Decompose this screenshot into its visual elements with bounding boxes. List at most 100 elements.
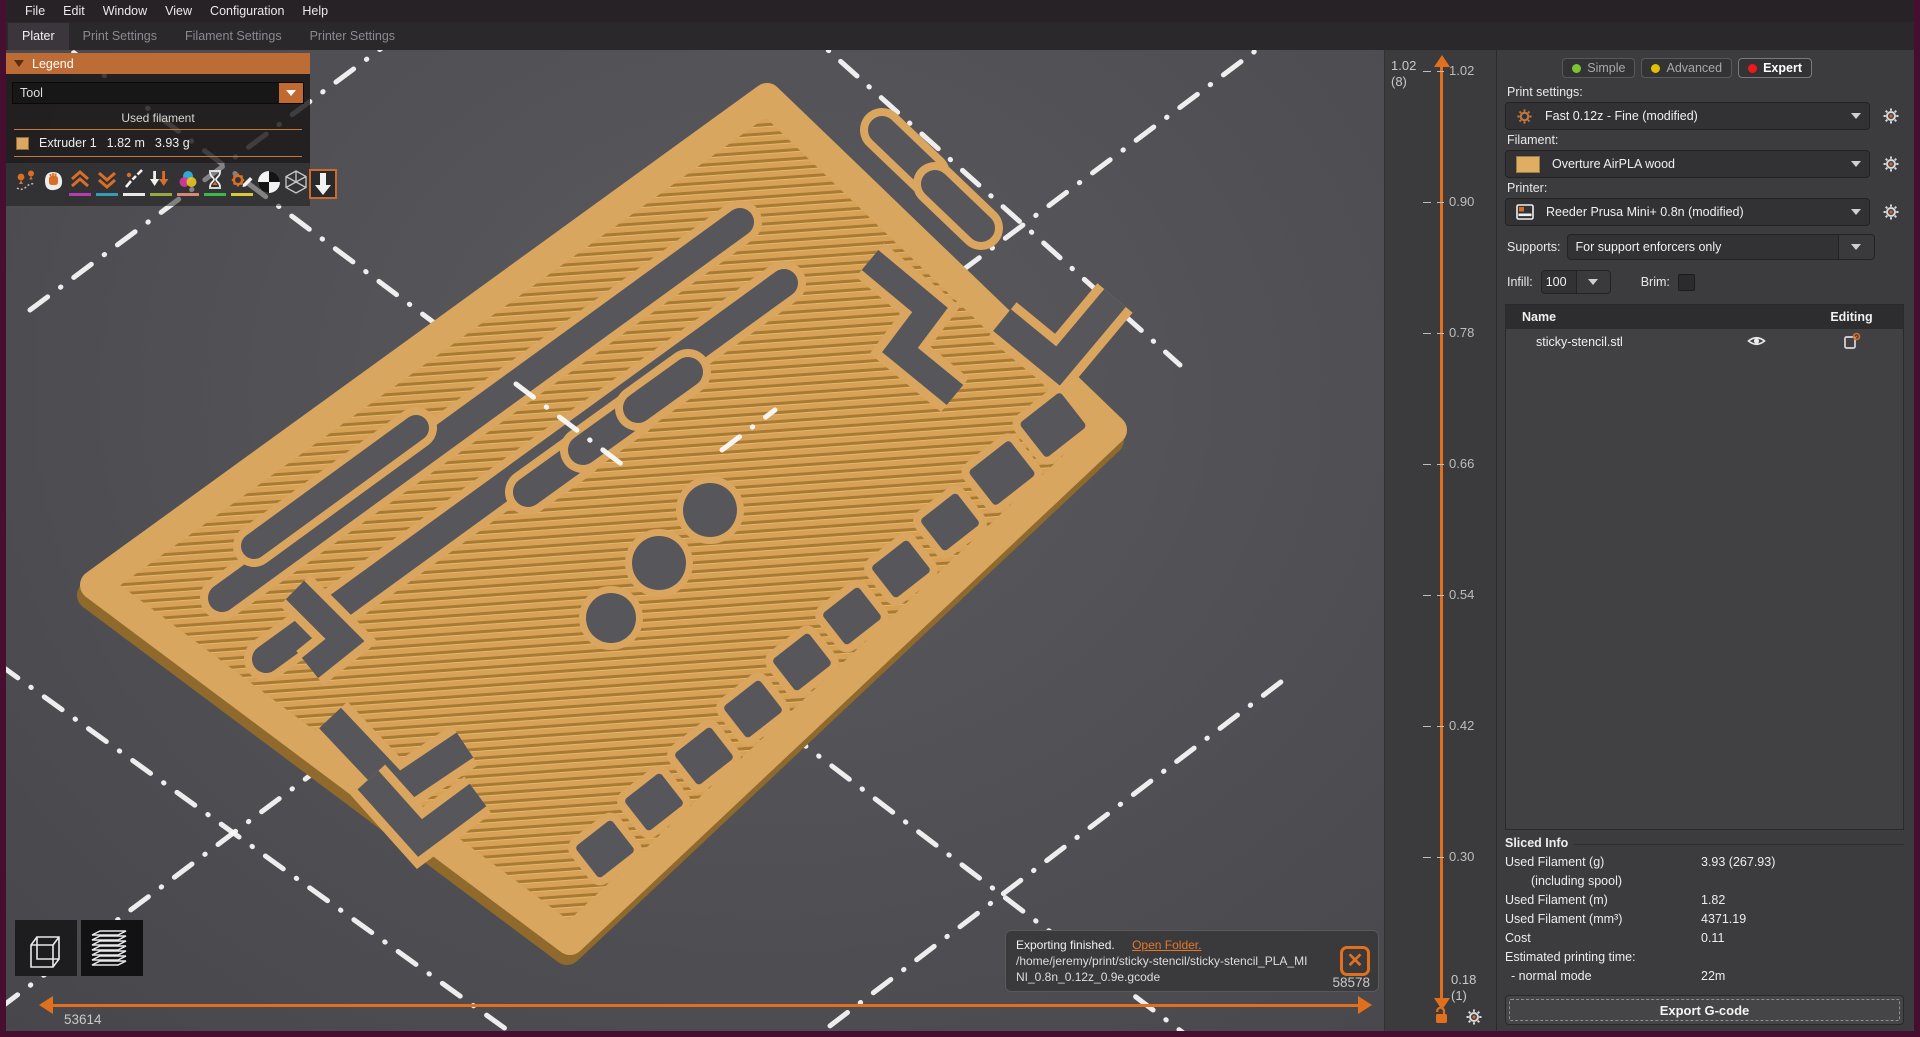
slicer-app: File Edit Window View Configuration Help… [6, 0, 1914, 1031]
travel-moves-icon[interactable] [14, 169, 38, 201]
mode-simple-button[interactable]: Simple [1562, 58, 1635, 78]
deretractions-icon[interactable] [68, 169, 92, 201]
move-slider-track[interactable] [52, 1004, 1358, 1007]
menu-bar: File Edit Window View Configuration Help [6, 0, 1914, 22]
eye-icon [1747, 334, 1766, 348]
app-window: File Edit Window View Configuration Help… [0, 0, 1920, 1037]
legend-header[interactable]: Legend [6, 53, 310, 74]
mode-advanced-button[interactable]: Advanced [1641, 58, 1732, 78]
seams-icon[interactable] [95, 169, 119, 201]
menu-help[interactable]: Help [293, 2, 337, 20]
layer-slider-top-value: 1.02 (8) [1391, 58, 1416, 90]
pause-prints-icon[interactable] [203, 169, 227, 201]
printer-icon [1516, 204, 1534, 220]
si-label: - normal mode [1505, 968, 1701, 984]
color-changes-icon[interactable] [176, 169, 200, 201]
object-settings-button[interactable] [1800, 332, 1903, 353]
retractions-icon[interactable] [41, 169, 65, 201]
layer-slider-track[interactable] [1440, 66, 1443, 1000]
view-3d-button[interactable] [15, 920, 77, 976]
infill-dropdown-button[interactable] [1577, 270, 1611, 294]
close-icon[interactable]: ✕ [1340, 946, 1370, 976]
sliced-info: Sliced Info Used Filament (g)3.93 (267.9… [1505, 836, 1904, 987]
open-folder-link[interactable]: Open Folder. [1132, 938, 1201, 952]
menu-view[interactable]: View [156, 2, 201, 20]
inserts-icon[interactable] [149, 169, 173, 201]
view-layers-button[interactable] [81, 920, 143, 976]
menu-configuration[interactable]: Configuration [201, 2, 293, 20]
object-settings-icon [1843, 332, 1861, 350]
chevron-down-icon [286, 90, 296, 96]
layer-tick: 0.90 [1449, 195, 1474, 209]
si-sublabel: (including spool) [1505, 873, 1701, 889]
extruder-length: 1.82 m [107, 136, 145, 150]
cube-icon [23, 925, 69, 971]
printer-gear-button[interactable] [1878, 203, 1904, 221]
legend-view-select[interactable]: Tool [12, 82, 304, 104]
tool-changes-icon[interactable] [122, 169, 146, 201]
print-settings-value: Fast 0.12z - Fine (modified) [1545, 109, 1839, 123]
layers-icon [88, 925, 136, 971]
print-settings-select[interactable]: Fast 0.12z - Fine (modified) [1505, 102, 1870, 130]
si-value: 22m [1701, 968, 1904, 984]
supports-dropdown-button[interactable] [1839, 234, 1875, 260]
tab-printer-settings[interactable]: Printer Settings [296, 23, 409, 50]
print-settings-gear-button[interactable] [1878, 107, 1904, 125]
menu-window[interactable]: Window [94, 2, 156, 20]
gear-icon [1882, 107, 1900, 125]
tab-bar: Plater Print Settings Filament Settings … [6, 22, 1914, 50]
green-dot-icon [1572, 64, 1581, 73]
si-label: Estimated printing time: [1505, 949, 1701, 965]
layer-slider-bottom-value: 0.18 (1) [1451, 972, 1476, 1004]
brim-checkbox[interactable] [1678, 274, 1695, 291]
bounding-box-icon[interactable] [284, 169, 308, 201]
filament-color-swatch [1516, 156, 1540, 173]
plater-side-panel: Simple Advanced Expert Print settings: F… [1496, 50, 1914, 1031]
menu-edit[interactable]: Edit [54, 2, 94, 20]
slider-settings-gear-icon[interactable] [1465, 1008, 1483, 1031]
tab-plater[interactable]: Plater [8, 23, 69, 50]
move-slider-min-label: 53614 [64, 1012, 102, 1027]
chevron-down-icon [1851, 244, 1861, 250]
underline [177, 193, 199, 196]
objects-list-header: Name Editing [1506, 305, 1903, 329]
column-name: Name [1506, 310, 1712, 324]
underline [69, 193, 91, 196]
mode-expert-button[interactable]: Expert [1738, 58, 1812, 78]
legend-toolbar [6, 163, 310, 206]
extruder-color-swatch [16, 137, 29, 150]
menu-file[interactable]: File [16, 2, 54, 20]
filament-select[interactable]: Overture AirPLA wood [1505, 150, 1870, 178]
printer-select[interactable]: Reeder Prusa Mini+ 0.8n (modified) [1505, 198, 1870, 226]
tab-filament-settings[interactable]: Filament Settings [171, 23, 296, 50]
si-label: Cost [1505, 930, 1701, 946]
supports-select[interactable]: For support enforcers only [1567, 234, 1839, 260]
gcode-preview-viewport[interactable]: Legend Tool Used filament Extruder 1 1.8… [6, 50, 1384, 1031]
brim-label: Brim: [1641, 275, 1670, 289]
supports-label: Supports: [1507, 240, 1561, 254]
infill-input[interactable] [1541, 270, 1577, 294]
divider [14, 129, 302, 130]
layer-tick: 0.54 [1449, 588, 1474, 602]
print-settings-label: Print settings: [1507, 85, 1904, 99]
export-active-icon[interactable] [311, 169, 335, 201]
object-row[interactable]: sticky-stencil.stl [1506, 329, 1903, 355]
move-slider-right-handle[interactable] [1358, 996, 1372, 1014]
si-value: 0.11 [1701, 930, 1904, 946]
layer-tick: 0.66 [1449, 457, 1474, 471]
export-gcode-button[interactable]: Export G-code [1505, 995, 1904, 1025]
visibility-toggle[interactable] [1712, 334, 1800, 351]
divider [1574, 844, 1904, 845]
dropdown-button[interactable] [279, 83, 303, 103]
move-slider-left-handle[interactable] [39, 996, 53, 1014]
collapse-caret-icon [14, 60, 24, 67]
custom-gcode-icon[interactable] [230, 169, 254, 201]
unlock-icon[interactable] [1433, 1006, 1449, 1029]
underline [96, 193, 118, 196]
tab-print-settings[interactable]: Print Settings [69, 23, 171, 50]
layer-tick: 1.02 [1449, 64, 1474, 78]
extruder-row: Extruder 1 1.82 m 3.93 g [12, 132, 304, 154]
gear-icon [1882, 155, 1900, 173]
center-of-mass-icon[interactable] [257, 169, 281, 201]
filament-gear-button[interactable] [1878, 155, 1904, 173]
